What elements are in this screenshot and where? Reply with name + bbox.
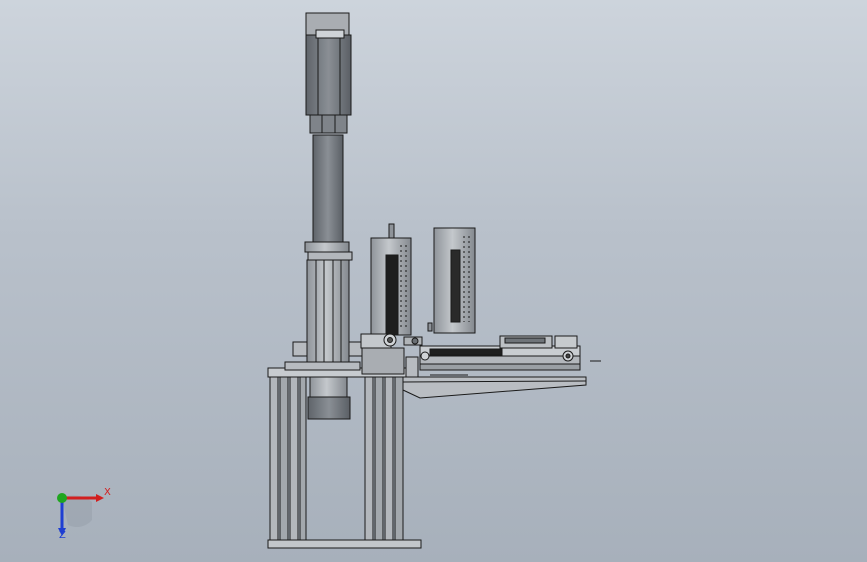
feed-cylinder-right[interactable] [427,227,476,334]
triad-z-label: Z [59,530,66,541]
feed-cylinder-left[interactable] [370,223,412,336]
vertical-column[interactable] [292,259,364,369]
lower-cylinder[interactable] [307,376,351,420]
motor-coupling-housing[interactable] [304,134,353,261]
cad-model[interactable] [0,0,867,562]
angled-bracket[interactable] [402,376,587,399]
triad-x-label: X [104,487,111,498]
linear-slide-rail[interactable] [419,335,601,376]
clamp-block[interactable] [360,333,423,378]
servo-motor[interactable] [305,12,352,134]
graphics-viewport[interactable]: X Z [0,0,867,562]
